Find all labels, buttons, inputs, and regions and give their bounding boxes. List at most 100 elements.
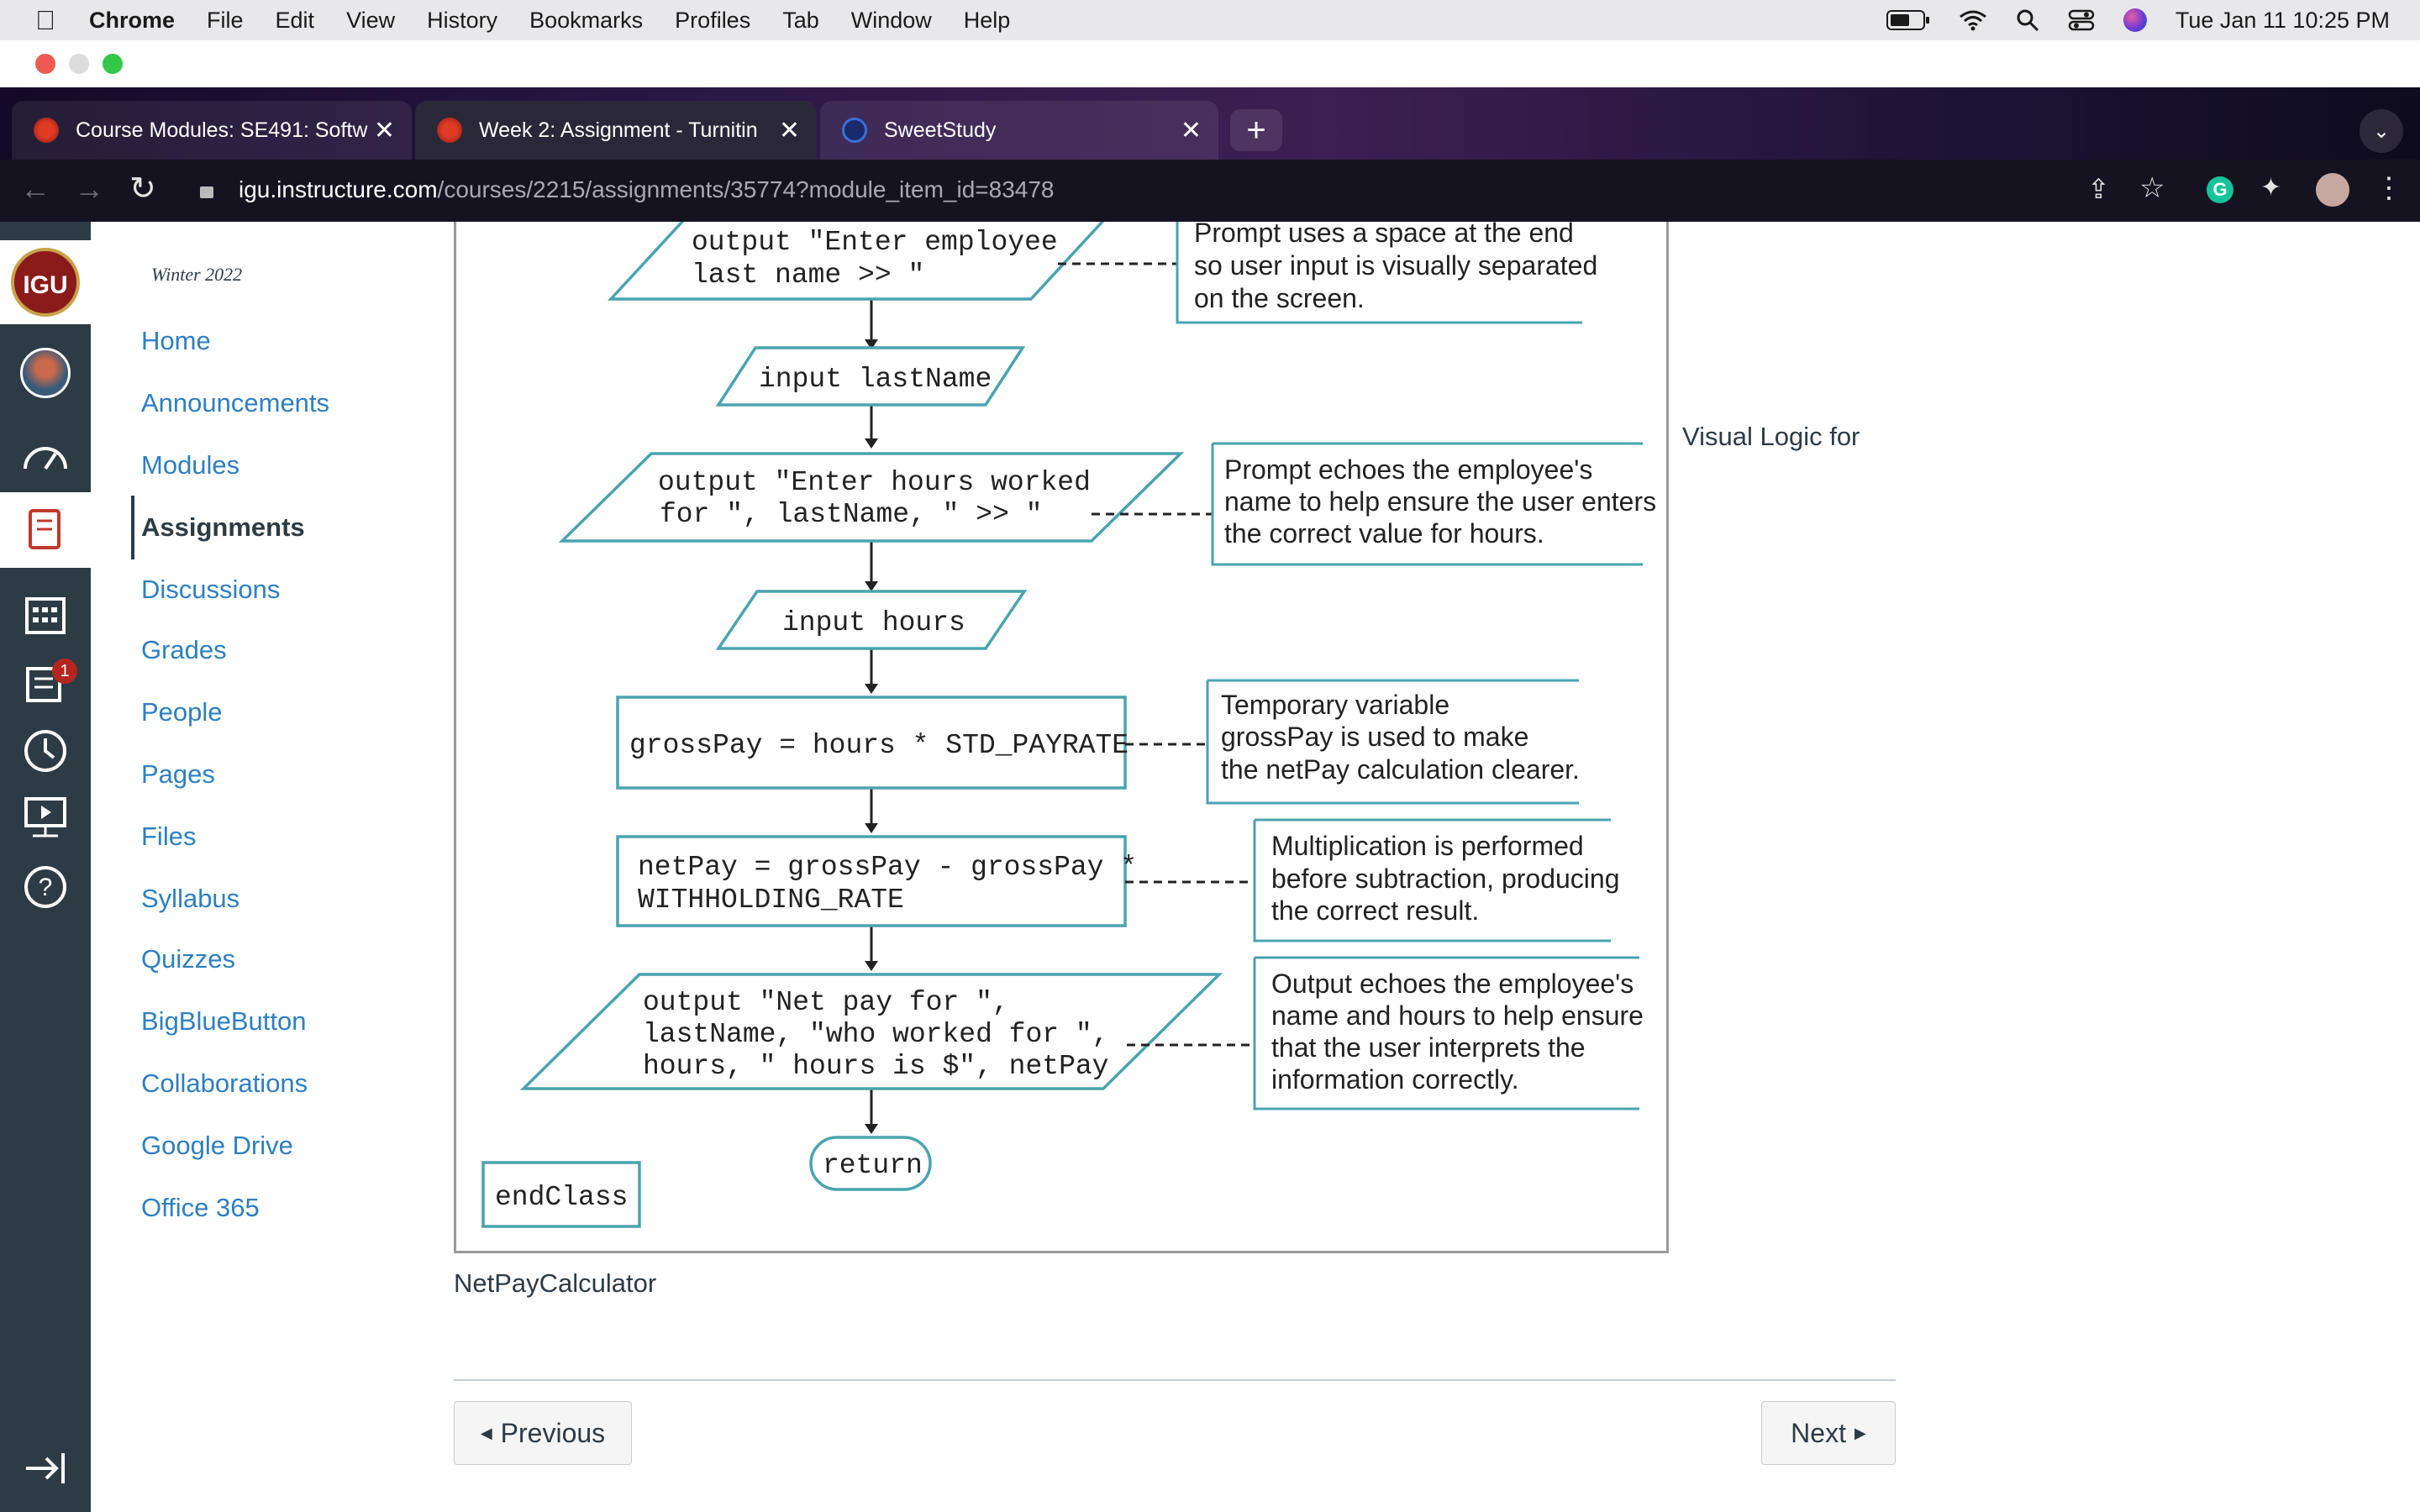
step-output-netpay-l1: output "Net pay for ",: [643, 987, 1009, 1018]
tab-course-modules[interactable]: Course Modules: SE491: Softw ✕: [12, 101, 412, 160]
sweetstudy-favicon-icon: [842, 118, 867, 143]
address-bar[interactable]: igu.instructure.com/courses/2215/assignm…: [239, 176, 1055, 203]
menu-history[interactable]: History: [427, 8, 497, 34]
nav-collaborations[interactable]: Collaborations: [141, 1068, 308, 1099]
tab-week2-assignment[interactable]: Week 2: Assignment - Turnitin ✕: [415, 101, 817, 160]
courses-icon[interactable]: [0, 492, 91, 568]
svg-text:?: ?: [39, 874, 53, 901]
nav-quizzes[interactable]: Quizzes: [141, 944, 235, 974]
apple-icon[interactable]: : [35, 5, 55, 36]
logo-text: IGU: [11, 248, 80, 317]
forward-icon[interactable]: →: [74, 171, 104, 207]
previous-button[interactable]: ◀ Previous: [454, 1401, 632, 1465]
reload-icon[interactable]: ↻: [129, 170, 156, 207]
step-output-netpay-l3: hours, " hours is $", netPay: [643, 1051, 1109, 1082]
browser-toolbar: ← → ↻ igu.instructure.com/courses/2215/a…: [0, 160, 2420, 222]
menu-help[interactable]: Help: [964, 8, 1011, 34]
macos-menu-bar:  Chrome File Edit View History Bookmark…: [0, 0, 2420, 40]
nav-syllabus[interactable]: Syllabus: [141, 884, 239, 914]
menu-view[interactable]: View: [346, 8, 395, 34]
menu-clock[interactable]: Tue Jan 11 10:25 PM: [2175, 8, 2390, 34]
canvas-favicon-icon: [437, 118, 462, 143]
nav-people[interactable]: People: [141, 697, 223, 727]
next-label: Next: [1791, 1417, 1846, 1448]
menu-app-name[interactable]: Chrome: [89, 8, 175, 34]
note-4-l2: before subtraction, producing: [1271, 864, 1619, 894]
control-center-icon[interactable]: [2068, 8, 2095, 32]
inbox-unread-badge: 1: [52, 659, 77, 684]
tab-sweetstudy[interactable]: SweetStudy ✕: [820, 101, 1218, 160]
step-output-netpay-l2: lastName, "who worked for ",: [643, 1019, 1109, 1050]
help-icon[interactable]: ?: [15, 857, 76, 917]
browser-menu-icon[interactable]: ⋮: [2375, 171, 2403, 205]
step-grosspay: grossPay = hours * STD_PAYRATE: [629, 730, 1128, 761]
close-tab-icon[interactable]: ✕: [779, 116, 800, 145]
nav-grades[interactable]: Grades: [141, 635, 227, 665]
profile-avatar-icon[interactable]: [2316, 173, 2349, 207]
step-return: return: [823, 1150, 923, 1181]
nav-google-drive[interactable]: Google Drive: [141, 1131, 293, 1161]
lock-icon[interactable]: [200, 186, 213, 198]
zoom-window-button[interactable]: [103, 54, 123, 74]
menu-window[interactable]: Window: [851, 8, 932, 34]
siri-icon[interactable]: [2123, 8, 2147, 32]
nav-modules[interactable]: Modules: [141, 450, 239, 480]
nav-assignments[interactable]: Assignments: [141, 512, 305, 543]
new-tab-button[interactable]: +: [1230, 109, 1282, 151]
caret-right-icon: ▶: [1854, 1424, 1866, 1441]
nav-discussions[interactable]: Discussions: [141, 575, 280, 605]
tab-title: Week 2: Assignment - Turnitin: [479, 118, 758, 142]
nav-bigbluebutton[interactable]: BigBlueButton: [141, 1006, 306, 1037]
menu-profiles[interactable]: Profiles: [675, 8, 750, 34]
footer-divider: [454, 1379, 1896, 1381]
account-avatar-icon[interactable]: [15, 343, 76, 403]
step-input-hours: input hours: [782, 607, 965, 638]
note-2-l1: Prompt echoes the employee's: [1224, 454, 1592, 485]
menu-edit[interactable]: Edit: [276, 8, 315, 34]
battery-icon[interactable]: [1886, 9, 1930, 31]
tab-search-button[interactable]: ⌄: [2360, 109, 2403, 153]
close-tab-icon[interactable]: ✕: [374, 116, 395, 145]
bookmark-star-icon[interactable]: ☆: [2139, 171, 2165, 205]
caret-left-icon: ◀: [480, 1424, 492, 1441]
nav-pages[interactable]: Pages: [141, 759, 215, 790]
minimize-window-button[interactable]: [69, 54, 89, 74]
menu-bookmarks[interactable]: Bookmarks: [529, 8, 643, 34]
back-icon[interactable]: ←: [20, 171, 50, 207]
inbox-icon[interactable]: 1: [15, 652, 77, 712]
note-1-l3: on the screen.: [1194, 283, 1365, 313]
next-button[interactable]: Next ▶: [1761, 1401, 1896, 1465]
calendar-icon[interactable]: [15, 585, 76, 645]
note-5-l1: Output echoes the employee's: [1271, 969, 1634, 999]
studio-icon[interactable]: [15, 788, 76, 848]
note-4-l1: Multiplication is performed: [1271, 831, 1584, 861]
step-output-last-name-l2: last name >> ": [692, 260, 924, 291]
extensions-puzzle-icon[interactable]: ✦: [2260, 173, 2281, 202]
menu-tab[interactable]: Tab: [782, 8, 819, 34]
active-indicator: [131, 496, 134, 559]
close-window-button[interactable]: [35, 54, 55, 74]
nav-office-365[interactable]: Office 365: [141, 1193, 260, 1223]
course-term: Winter 2022: [151, 264, 243, 285]
wifi-icon[interactable]: [1959, 9, 1987, 31]
diagram-caption: NetPayCalculator: [454, 1268, 657, 1298]
note-5-l2: name and hours to help ensure: [1271, 1000, 1644, 1031]
igu-logo[interactable]: IGU: [0, 240, 91, 324]
nav-files[interactable]: Files: [141, 822, 196, 852]
previous-label: Previous: [500, 1417, 606, 1448]
note-5-l4: information correctly.: [1271, 1064, 1519, 1095]
nav-home[interactable]: Home: [141, 326, 211, 356]
nav-announcements[interactable]: Announcements: [141, 388, 329, 418]
close-tab-icon[interactable]: ✕: [1181, 116, 1202, 145]
history-clock-icon[interactable]: [15, 721, 76, 781]
grammarly-icon[interactable]: G: [2207, 176, 2233, 203]
dashboard-icon[interactable]: [15, 427, 76, 487]
step-output-last-name-l1: output "Enter employee: [692, 227, 1058, 258]
flowchart-svg: output "Enter employee last name >> " in…: [481, 212, 1656, 1228]
note-3-l3: the netPay calculation clearer.: [1221, 754, 1580, 785]
share-icon[interactable]: ⇪: [2087, 173, 2110, 205]
note-4-l3: the correct result.: [1271, 895, 1479, 926]
spotlight-search-icon[interactable]: [2016, 8, 2039, 32]
menu-file[interactable]: File: [207, 8, 244, 34]
collapse-nav-icon[interactable]: [15, 1438, 76, 1499]
